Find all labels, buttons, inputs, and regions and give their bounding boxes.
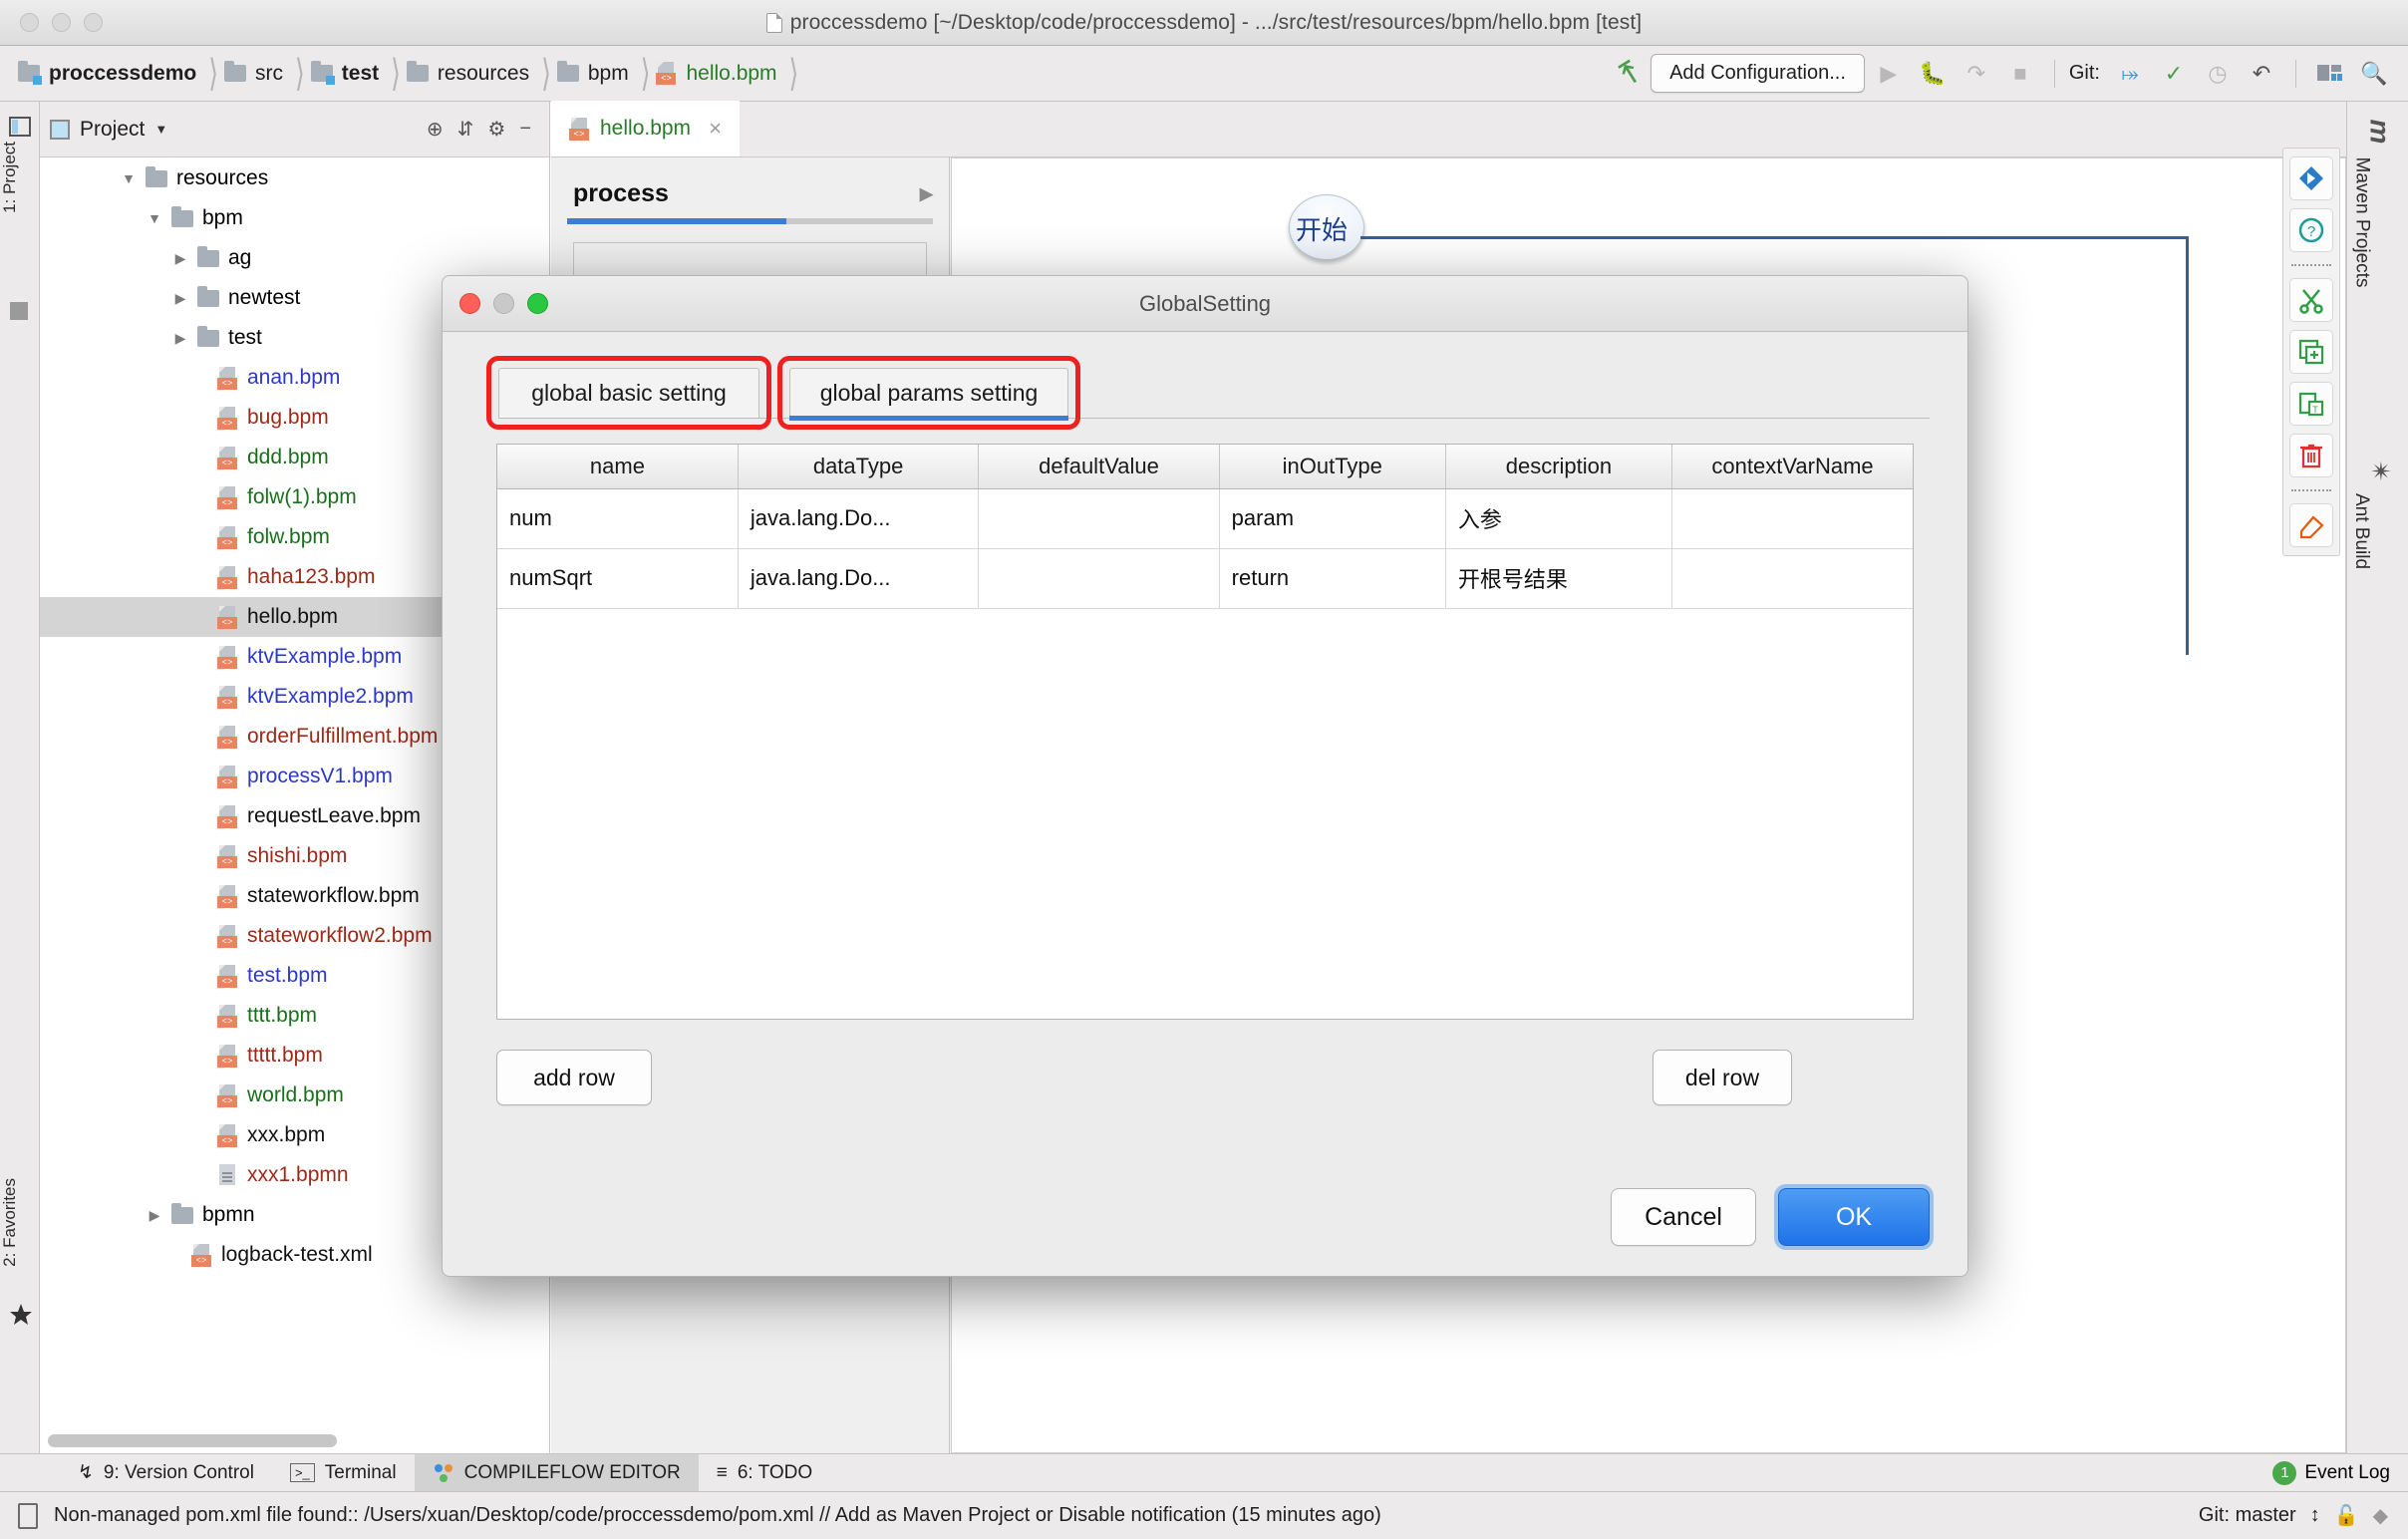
add-row-button[interactable]: add row: [496, 1050, 652, 1105]
table-cell-name[interactable]: numSqrt: [497, 548, 738, 608]
table-cell-inOutType[interactable]: return: [1219, 548, 1445, 608]
del-row-button[interactable]: del row: [1653, 1050, 1792, 1105]
table-cell-description[interactable]: 开根号结果: [1445, 548, 1671, 608]
table-cell-contextVarName[interactable]: [1672, 548, 1913, 608]
dialog-title: GlobalSetting: [443, 291, 1967, 317]
table-cell-description[interactable]: 入参: [1445, 488, 1671, 548]
dialog-body: global basic setting global params setti…: [443, 332, 1967, 1276]
highlight-box-params-tab: [777, 356, 1080, 430]
ok-button[interactable]: OK: [1778, 1188, 1930, 1246]
table-column-header[interactable]: contextVarName: [1672, 445, 1913, 488]
table-cell-contextVarName[interactable]: [1672, 488, 1913, 548]
table-row[interactable]: numjava.lang.Do... param入参: [497, 488, 1913, 548]
highlight-box-basic-tab: [486, 356, 771, 430]
global-setting-dialog: GlobalSetting global basic setting globa…: [442, 275, 1968, 1277]
modal-backdrop: GlobalSetting global basic setting globa…: [0, 0, 2408, 1539]
table-column-header[interactable]: inOutType: [1219, 445, 1445, 488]
table-column-header[interactable]: name: [497, 445, 738, 488]
dialog-tab-bar: global basic setting global params setti…: [480, 354, 1930, 428]
table-cell-dataType[interactable]: java.lang.Do...: [738, 488, 978, 548]
table-row[interactable]: numSqrtjava.lang.Do... return开根号结果: [497, 548, 1913, 608]
table-column-header[interactable]: dataType: [738, 445, 978, 488]
dialog-footer: Cancel OK: [1611, 1188, 1930, 1246]
params-table[interactable]: namedataTypedefaultValueinOutTypedescrip…: [497, 445, 1913, 609]
cancel-button[interactable]: Cancel: [1611, 1188, 1756, 1246]
table-cell-defaultValue[interactable]: [979, 548, 1219, 608]
table-cell-inOutType[interactable]: param: [1219, 488, 1445, 548]
dialog-titlebar: GlobalSetting: [443, 276, 1967, 332]
params-table-container[interactable]: namedataTypedefaultValueinOutTypedescrip…: [496, 444, 1914, 1020]
table-header-row: namedataTypedefaultValueinOutTypedescrip…: [497, 445, 1913, 488]
table-body[interactable]: numjava.lang.Do...param入参numSqrtjava.lan…: [497, 488, 1913, 608]
table-column-header[interactable]: defaultValue: [979, 445, 1219, 488]
table-cell-defaultValue[interactable]: [979, 488, 1219, 548]
table-cell-dataType[interactable]: java.lang.Do...: [738, 548, 978, 608]
table-column-header[interactable]: description: [1445, 445, 1671, 488]
table-cell-name[interactable]: num: [497, 488, 738, 548]
